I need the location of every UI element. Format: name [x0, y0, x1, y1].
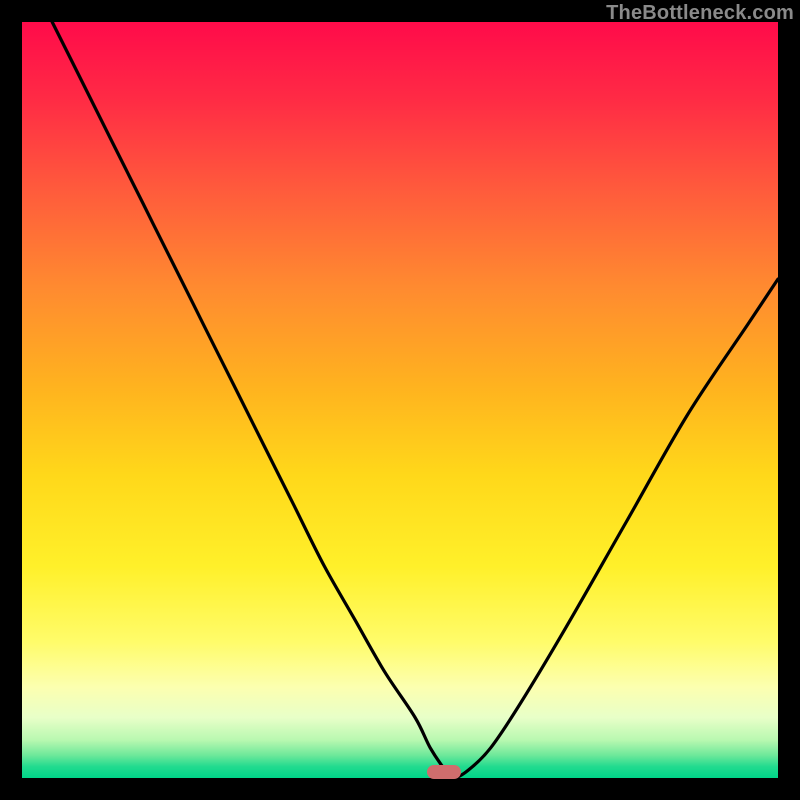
- chart-frame: TheBottleneck.com: [0, 0, 800, 800]
- bottleneck-marker: [427, 765, 461, 779]
- plot-area: [22, 22, 778, 778]
- curve-path: [52, 22, 778, 778]
- watermark-text: TheBottleneck.com: [606, 2, 794, 25]
- bottleneck-curve: [22, 22, 778, 778]
